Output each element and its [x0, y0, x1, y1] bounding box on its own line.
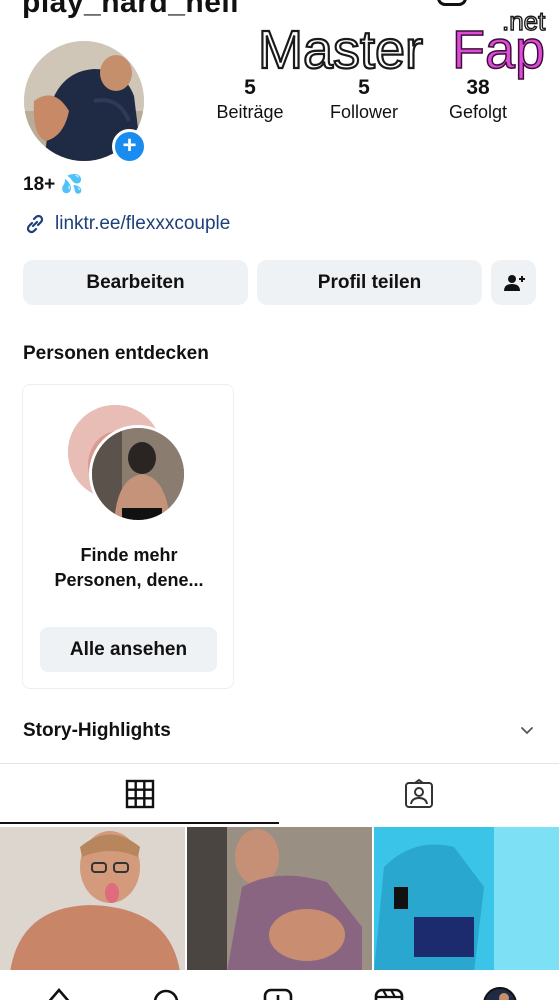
create-post-icon[interactable]: [263, 986, 293, 1000]
discover-card-text: Finde mehr Personen, dene...: [23, 543, 235, 593]
profile-link[interactable]: linktr.ee/flexxxcouple: [23, 212, 230, 236]
stat-followers-label: Follower: [329, 102, 399, 122]
post-photo-2: [187, 827, 372, 972]
post-thumbnail[interactable]: [187, 827, 372, 972]
profile-bio: 18+ 💦: [23, 174, 83, 196]
stat-posts-label: Beiträge: [216, 102, 284, 122]
chevron-down-icon[interactable]: [519, 722, 535, 738]
watermark-suffix: .net: [502, 8, 546, 36]
profile-username[interactable]: play_hard_hell: [22, 0, 239, 20]
discover-card-line1: Finde mehr: [80, 545, 178, 565]
grid-icon: [125, 779, 154, 809]
share-profile-button[interactable]: Profil teilen: [257, 260, 482, 305]
stat-followers[interactable]: 5 Follower: [309, 76, 419, 123]
add-story-button[interactable]: +: [112, 129, 147, 164]
tab-tagged[interactable]: [279, 764, 559, 824]
see-all-button[interactable]: Alle ansehen: [40, 627, 217, 672]
edit-profile-button[interactable]: Bearbeiten: [23, 260, 248, 305]
active-tab-indicator: [0, 822, 279, 824]
droplets-icon: 💦: [60, 174, 83, 194]
stat-following-label: Gefolgt: [448, 102, 508, 122]
profile-tab-avatar-icon[interactable]: [482, 986, 518, 1000]
tagged-person-icon: [405, 778, 433, 808]
stat-posts-value: 5: [244, 76, 256, 99]
post-thumbnail[interactable]: [374, 827, 559, 972]
profile-link-text[interactable]: linktr.ee/flexxxcouple: [55, 213, 230, 235]
stat-following-value: 38: [466, 76, 490, 99]
discover-people-button[interactable]: [491, 260, 536, 305]
discover-title: Personen entdecken: [23, 343, 209, 364]
watermark-brand-a: Master: [258, 20, 423, 80]
stat-following[interactable]: 38 Gefolgt: [423, 76, 533, 123]
stat-followers-value: 5: [358, 76, 370, 99]
post-thumbnail[interactable]: [0, 827, 185, 972]
person-plus-icon: [503, 274, 525, 291]
suggestion-photo-front: [92, 428, 184, 520]
stat-posts[interactable]: 5 Beiträge: [195, 76, 305, 123]
suggestion-avatar-front: [89, 425, 187, 523]
tab-posts-grid[interactable]: [0, 764, 279, 824]
watermark-logo: Master Fap .net: [257, 8, 547, 80]
bio-text: 18+: [23, 174, 56, 195]
discover-card-line2: Personen, dene...: [54, 570, 204, 590]
story-highlights-title[interactable]: Story-Highlights: [23, 720, 171, 742]
home-icon[interactable]: [44, 986, 74, 1000]
discover-card[interactable]: Finde mehr Personen, dene... Alle ansehe…: [22, 384, 234, 689]
threads-icon[interactable]: [437, 0, 467, 6]
post-photo-1: [0, 827, 185, 972]
post-photo-3: [374, 827, 559, 972]
link-icon: [26, 214, 44, 234]
search-icon[interactable]: [151, 986, 181, 1000]
reels-icon[interactable]: [374, 986, 404, 1000]
